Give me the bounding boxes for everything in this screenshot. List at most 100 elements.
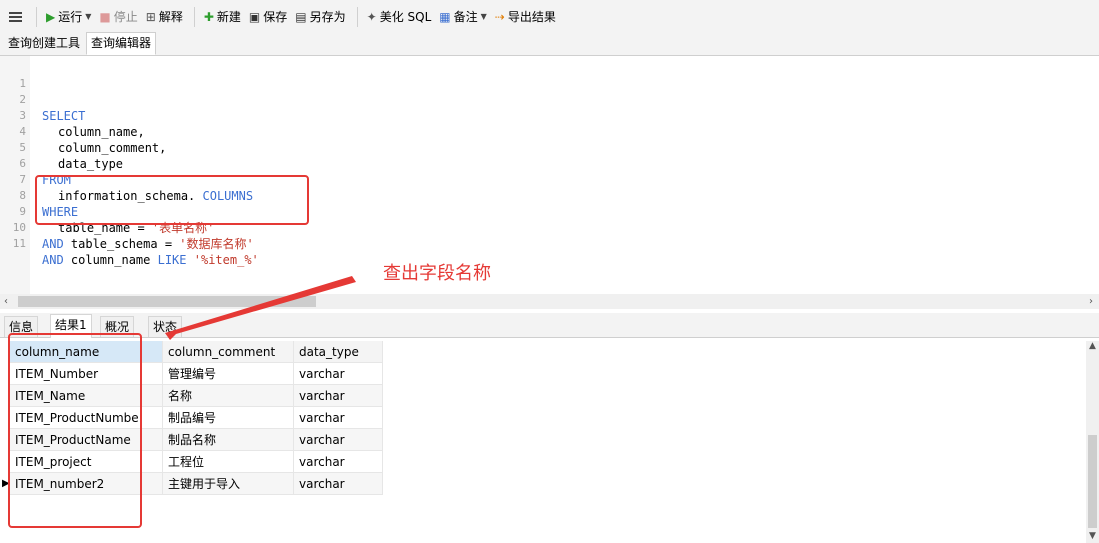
chevron-down-icon[interactable]: ▼: [481, 12, 487, 21]
scrollbar-thumb[interactable]: [1088, 435, 1097, 528]
new-query-icon: ✚: [203, 9, 214, 24]
chevron-down-icon[interactable]: ▼: [85, 12, 91, 21]
sql-condition: column_name: [63, 253, 158, 267]
separator: [36, 6, 37, 27]
table-cell[interactable]: 制品编号: [163, 407, 294, 429]
code-line: 4 column_comment,: [0, 108, 166, 155]
table-cell[interactable]: varchar: [294, 363, 383, 385]
sql-keyword: AND: [42, 237, 64, 251]
sql-keyword: SELECT: [42, 109, 86, 123]
save-button[interactable]: ▣ 保存: [246, 6, 290, 28]
column-header[interactable]: column_name: [10, 341, 163, 363]
table-cell[interactable]: ITEM_Number: [10, 363, 163, 385]
code-line: 11 AND column_name LIKE '%item_%': [0, 220, 259, 267]
line-number: 11: [12, 237, 26, 250]
sql-condition: table_name =: [58, 221, 152, 235]
sql-string: '数据库名称': [179, 237, 254, 251]
table-cell[interactable]: 制品名称: [163, 429, 294, 451]
table-cell[interactable]: ITEM_Name: [10, 385, 163, 407]
explain-button[interactable]: ⊞ 解释: [143, 6, 186, 28]
sql-column: column_comment,: [58, 141, 167, 155]
toolbar: ▶ 运行 ▼ ■ 停止 ⊞ 解释 ✚ 新建 ▣ 保存 ▤ 另存为 ✦ 美化 SQ…: [0, 0, 1099, 33]
table-cell[interactable]: 管理编号: [163, 363, 294, 385]
table-cell[interactable]: 工程位: [163, 451, 294, 473]
editor-tabs: 查询创建工具 查询编辑器: [0, 32, 1099, 56]
run-button[interactable]: ▶ 运行 ▼: [43, 6, 94, 28]
save-as-label: 另存为: [309, 10, 346, 24]
stop-label: 停止: [113, 10, 138, 24]
sql-editor[interactable]: 1 2 SELECT 3 column_name, 4 column_comme…: [0, 56, 1099, 294]
sql-condition: table_schema =: [63, 237, 180, 251]
tab-profile[interactable]: 概况: [100, 316, 135, 337]
sql-string: '%item_%': [186, 253, 259, 267]
code-line: 2 SELECT: [0, 76, 85, 123]
table-cell[interactable]: varchar: [294, 473, 383, 495]
stop-icon: ■: [99, 9, 111, 24]
beautify-sql-button[interactable]: ✦ 美化 SQL: [364, 6, 435, 28]
run-label: 运行: [58, 10, 83, 24]
tab-status[interactable]: 状态: [148, 316, 183, 337]
sql-keyword: WHERE: [42, 205, 79, 219]
scrollbar-thumb[interactable]: [18, 296, 316, 307]
result-tabs: 信息 结果1 概况 状态: [0, 313, 1099, 338]
column-header[interactable]: data_type: [294, 341, 383, 363]
table-cell[interactable]: 名称: [163, 385, 294, 407]
sql-keyword: AND: [42, 253, 64, 267]
table-cell[interactable]: 主键用于导入: [163, 473, 294, 495]
note-icon: ▦: [439, 9, 451, 24]
save-icon: ▣: [248, 9, 261, 24]
separator: [356, 6, 358, 27]
comment-button[interactable]: ▦ 备注 ▼: [436, 6, 490, 28]
table-cell[interactable]: ITEM_ProductNumbe: [10, 407, 163, 429]
code-line: 6 FROM: [0, 140, 71, 187]
table-cell[interactable]: ITEM_ProductName: [10, 429, 163, 451]
magic-wand-icon: ✦: [366, 9, 377, 24]
table-cell[interactable]: ITEM_number2: [10, 473, 163, 495]
new-label: 新建: [216, 10, 241, 24]
save-as-icon: ▤: [295, 9, 307, 24]
explain-label: 解释: [158, 10, 183, 24]
scroll-right-icon[interactable]: ›: [1089, 294, 1093, 309]
code-line: 7 information_schema. COLUMNS: [0, 156, 253, 203]
code-line: 5 data_type: [0, 124, 123, 171]
explain-icon: ⊞: [145, 9, 156, 24]
scroll-left-icon[interactable]: ‹: [4, 294, 8, 309]
menu-icon[interactable]: [0, 0, 30, 33]
stop-button[interactable]: ■ 停止: [96, 6, 140, 28]
separator: [193, 6, 195, 27]
scroll-up-icon[interactable]: ▲: [1089, 341, 1096, 351]
table-cell[interactable]: ITEM_project: [10, 451, 163, 473]
sql-column: data_type: [58, 157, 124, 171]
new-button[interactable]: ✚ 新建: [201, 6, 244, 28]
code-line: 1: [0, 60, 29, 90]
tab-info[interactable]: 信息: [4, 316, 39, 337]
export-results-button[interactable]: ⇢ 导出结果: [492, 6, 559, 28]
scroll-down-icon[interactable]: ▼: [1089, 531, 1096, 541]
sql-keyword: FROM: [42, 173, 71, 187]
export-label: 导出结果: [507, 10, 556, 24]
sql-column: column_name,: [58, 125, 145, 139]
save-label: 保存: [263, 10, 288, 24]
tab-query-editor[interactable]: 查询编辑器: [86, 32, 157, 55]
table-cell[interactable]: varchar: [294, 429, 383, 451]
comment-label: 备注: [453, 10, 478, 24]
column-header[interactable]: column_comment: [163, 341, 294, 363]
table-cell[interactable]: varchar: [294, 451, 383, 473]
table-cell[interactable]: varchar: [294, 407, 383, 429]
export-icon: ⇢: [494, 9, 505, 24]
code-line: 10 AND table_schema = '数据库名称': [0, 204, 254, 251]
play-icon: ▶: [46, 9, 56, 24]
tab-query-builder[interactable]: 查询创建工具: [4, 33, 84, 54]
grid-vertical-scrollbar[interactable]: ▲ ▼: [1086, 341, 1099, 543]
tab-result1[interactable]: 结果1: [50, 314, 92, 338]
code-line: 9 table_name = '表单名称': [0, 188, 214, 235]
sql-string: '表单名称': [151, 221, 215, 235]
editor-horizontal-scrollbar[interactable]: ‹ ›: [0, 294, 1099, 309]
sql-schema: information_schema.: [58, 189, 203, 203]
current-row-indicator-icon: ▶: [2, 478, 10, 489]
sql-keyword: COLUMNS: [202, 189, 254, 203]
code-line: 3 column_name,: [0, 92, 144, 139]
beautify-label: 美化 SQL: [379, 10, 432, 24]
save-as-button[interactable]: ▤ 另存为: [292, 6, 348, 28]
table-cell[interactable]: varchar: [294, 385, 383, 407]
